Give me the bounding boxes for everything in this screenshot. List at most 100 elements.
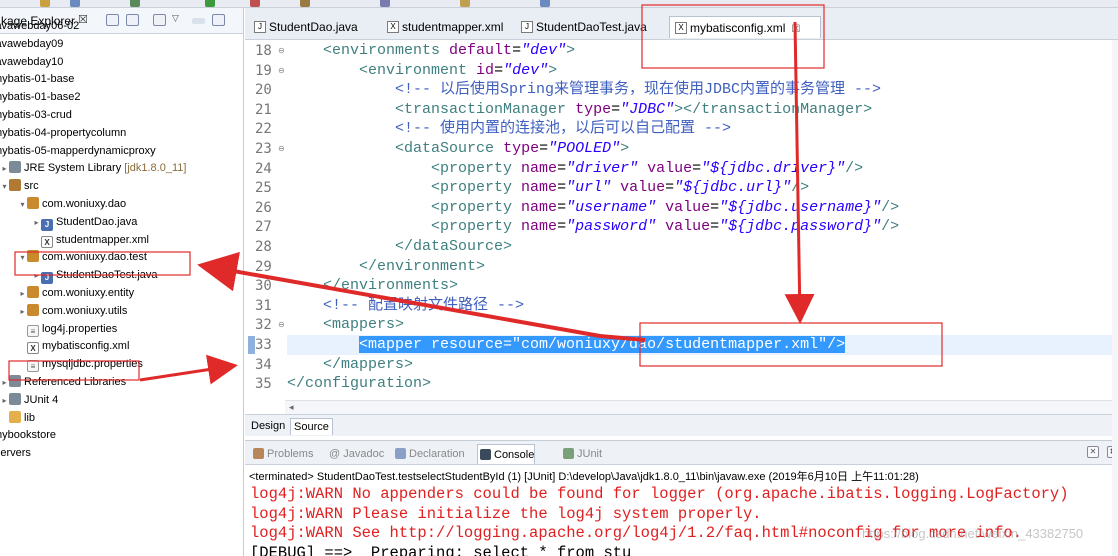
code-line[interactable]: <!-- 以后使用Spring来管理事务，现在使用JDBC内置的事务管理 --> xyxy=(287,80,881,100)
collapse-all-icon[interactable] xyxy=(106,14,119,26)
expand-toggle-icon[interactable]: ▸ xyxy=(32,267,41,285)
tree-item[interactable]: ▾ com.woniuxy.dao xyxy=(18,195,126,213)
tree-item[interactable]: ≡ log4j.properties xyxy=(18,320,117,338)
expand-toggle-icon[interactable]: ▸ xyxy=(0,160,9,178)
tree-item[interactable]: javawebday10 xyxy=(0,53,63,71)
tab-design[interactable]: Design xyxy=(248,418,288,435)
tab-console[interactable]: Console xyxy=(477,444,536,464)
fold-icon[interactable]: ⊖ xyxy=(278,320,285,329)
toolbar-button-icon[interactable] xyxy=(380,0,390,7)
filter-icon[interactable] xyxy=(153,14,166,26)
code-line[interactable]: </dataSource> xyxy=(287,237,512,257)
toolbar-button-icon[interactable] xyxy=(250,0,260,7)
tab-source[interactable]: Source xyxy=(290,418,333,435)
tree-item[interactable]: mybatis-04-propertycolumn xyxy=(0,124,126,142)
expand-toggle-icon[interactable]: ▾ xyxy=(18,249,27,267)
source-folder-icon xyxy=(9,179,21,192)
fold-icon[interactable]: ⊖ xyxy=(278,144,285,153)
code-line[interactable]: <mappers> xyxy=(287,315,404,335)
tree-item[interactable]: javawebday06-02 xyxy=(0,17,79,35)
tree-item[interactable]: ▸ J StudentDao.java xyxy=(32,213,137,231)
tree-item[interactable]: javawebday09 xyxy=(0,35,63,53)
maximize-icon[interactable] xyxy=(212,14,225,26)
expand-toggle-icon[interactable]: ▾ xyxy=(0,178,9,196)
tab-mybatisconfig-xml[interactable]: Xmybatisconfig.xml ☒ xyxy=(669,16,821,38)
code-line[interactable]: </environments> xyxy=(287,276,458,296)
code-line[interactable]: <property name="driver" value="${jdbc.dr… xyxy=(287,159,863,179)
toolbar-button-icon[interactable] xyxy=(70,0,80,7)
toolbar-button-icon[interactable] xyxy=(540,0,550,7)
view-menu-icon[interactable]: ▽ xyxy=(172,13,185,25)
code-line[interactable]: <environments default="dev"> xyxy=(287,41,575,61)
code-area[interactable]: 18 ⊖ 19 ⊖ 20 21 22 23 ⊖ 24 25 26 27 28 29 30 31 32 ⊖ 33 34 35… xyxy=(245,40,1118,400)
tab-studentmapper-xml[interactable]: Xstudentmapper.xml xyxy=(382,16,503,38)
tab-junit[interactable]: JUnit xyxy=(561,444,602,464)
tree-item[interactable]: mybatis-05-mapperdynamicproxy xyxy=(0,142,156,160)
code-line[interactable]: <transactionManager type="JDBC"></transa… xyxy=(287,100,872,120)
tree-item[interactable]: ▸ J StudentDaoTest.java xyxy=(32,266,158,285)
tree-item[interactable]: lib xyxy=(0,409,35,427)
code-token: <property xyxy=(431,179,522,197)
tree-item[interactable]: ▾ src xyxy=(0,177,39,195)
code-line[interactable]: </environment> xyxy=(287,257,485,277)
code-line[interactable]: <environment id="dev"> xyxy=(287,61,557,81)
tree-item[interactable]: mybatis-03-crud xyxy=(0,106,72,124)
tree-item[interactable]: ≡ mysqljdbc.properties xyxy=(18,355,143,373)
expand-toggle-icon[interactable]: ▸ xyxy=(0,374,9,392)
tree-item[interactable]: ▸ JUnit 4 xyxy=(0,391,58,409)
link-with-editor-icon[interactable] xyxy=(126,14,139,26)
code-line[interactable]: </configuration> xyxy=(287,374,431,394)
tab-studentdao-java[interactable]: J StudentDao.java xyxy=(249,16,358,38)
close-icon[interactable]: ☒ xyxy=(78,13,88,26)
tree-item[interactable]: ▾ com.woniuxy.dao.test xyxy=(18,248,147,266)
expand-toggle-icon[interactable]: ▾ xyxy=(18,196,27,214)
tree-item[interactable]: mybatis-01-base2 xyxy=(0,88,80,106)
tree-item[interactable]: mybatis-01-base xyxy=(0,70,74,88)
code-token: = xyxy=(692,159,702,177)
toolbar-button-icon[interactable] xyxy=(40,0,50,7)
code-line[interactable]: </mappers> xyxy=(287,355,413,375)
close-icon[interactable]: ☒ xyxy=(791,24,800,35)
tab-studentdaotest-java[interactable]: J StudentDaoTest.java xyxy=(516,16,647,38)
tree-item[interactable]: ▸ com.woniuxy.entity xyxy=(18,284,134,302)
code-line[interactable]: <property name="username" value="${jdbc.… xyxy=(287,198,899,218)
code-line[interactable]: <!-- 配置映射文件路径 --> xyxy=(287,296,524,316)
expand-toggle-icon[interactable]: ▸ xyxy=(18,303,27,321)
line-number: 20 xyxy=(255,82,272,99)
expand-toggle-icon[interactable]: ▸ xyxy=(0,392,9,410)
code-line[interactable]: <property name="password" value="${jdbc.… xyxy=(287,217,899,237)
tree-item[interactable]: ▸ JRE System Library [jdk1.8.0_11] xyxy=(0,159,186,177)
tab-declaration[interactable]: Declaration xyxy=(393,444,465,464)
tree-item[interactable]: Xmybatisconfig.xml xyxy=(18,337,129,355)
tree-item[interactable]: mybookstore xyxy=(0,426,56,444)
code-line[interactable]: <!-- 使用内置的连接池，以后可以自己配置 --> xyxy=(287,119,731,139)
terminate-icon[interactable]: ✕ xyxy=(1087,446,1099,458)
minimize-icon[interactable] xyxy=(192,18,205,24)
tree-item[interactable]: Servers xyxy=(0,444,31,462)
tree-item[interactable]: ▸ com.woniuxy.utils xyxy=(18,302,127,320)
horizontal-scrollbar[interactable]: ◂ xyxy=(285,400,1118,414)
code-token: = xyxy=(611,100,621,118)
fold-icon[interactable]: ⊖ xyxy=(278,46,285,55)
declaration-icon xyxy=(395,448,406,459)
expand-toggle-icon[interactable]: ▸ xyxy=(32,214,41,232)
code-line[interactable]: <property name="url" value="${jdbc.url}"… xyxy=(287,178,809,198)
tree-item-label: com.woniuxy.dao xyxy=(42,198,127,210)
expand-toggle-icon[interactable]: ▸ xyxy=(18,285,27,303)
tab-problems[interactable]: Problems xyxy=(251,444,313,464)
fold-icon[interactable]: ⊖ xyxy=(278,66,285,75)
tree-item[interactable]: ▸ Referenced Libraries xyxy=(0,373,126,391)
tree-item[interactable]: Xstudentmapper.xml xyxy=(32,231,149,249)
code-line[interactable]: <dataSource type="POOLED"> xyxy=(287,139,629,159)
toolbar-button-icon[interactable] xyxy=(300,0,310,7)
tab-javadoc[interactable]: @ Javadoc xyxy=(325,444,384,464)
scroll-left-icon[interactable]: ◂ xyxy=(289,402,294,413)
tree-item-label: mybatis-04-propertycolumn xyxy=(0,126,127,139)
toolbar-button-icon[interactable] xyxy=(460,0,470,7)
code-token: name xyxy=(521,218,558,236)
run-icon[interactable] xyxy=(205,0,215,7)
code-line[interactable]: <mapper resource="com/woniuxy/dao/studen… xyxy=(287,335,846,355)
java-file-icon: J xyxy=(41,218,53,231)
toolbar-button-icon[interactable] xyxy=(130,0,140,7)
